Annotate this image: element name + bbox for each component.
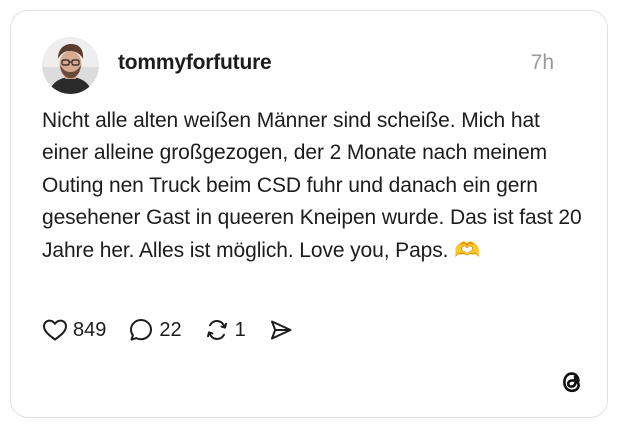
threads-logo bbox=[563, 372, 580, 393]
heart-icon bbox=[43, 319, 67, 341]
send-icon bbox=[270, 320, 292, 340]
threads-logo-icon[interactable] bbox=[557, 367, 587, 397]
like-button[interactable]: 849 bbox=[42, 318, 106, 342]
repost-button[interactable]: 1 bbox=[204, 317, 246, 343]
repost-count: 1 bbox=[234, 318, 246, 341]
reply-button[interactable]: 22 bbox=[128, 317, 182, 343]
avatar-image bbox=[42, 37, 99, 94]
avatar[interactable] bbox=[42, 37, 99, 94]
reply-count: 22 bbox=[159, 318, 182, 341]
repost-icon bbox=[206, 319, 227, 341]
comment-icon bbox=[130, 319, 153, 341]
action-bar: 849 22 1 bbox=[42, 315, 316, 345]
like-count: 849 bbox=[73, 318, 107, 341]
share-button[interactable] bbox=[268, 317, 294, 343]
username[interactable]: tommyforfuture bbox=[118, 51, 272, 75]
post-card: tommyforfuture 7h Nicht alle alten weiße… bbox=[10, 10, 608, 418]
post-text: Nicht alle alten weißen Männer sind sche… bbox=[42, 109, 582, 262]
post-timestamp: 7h bbox=[530, 51, 554, 74]
